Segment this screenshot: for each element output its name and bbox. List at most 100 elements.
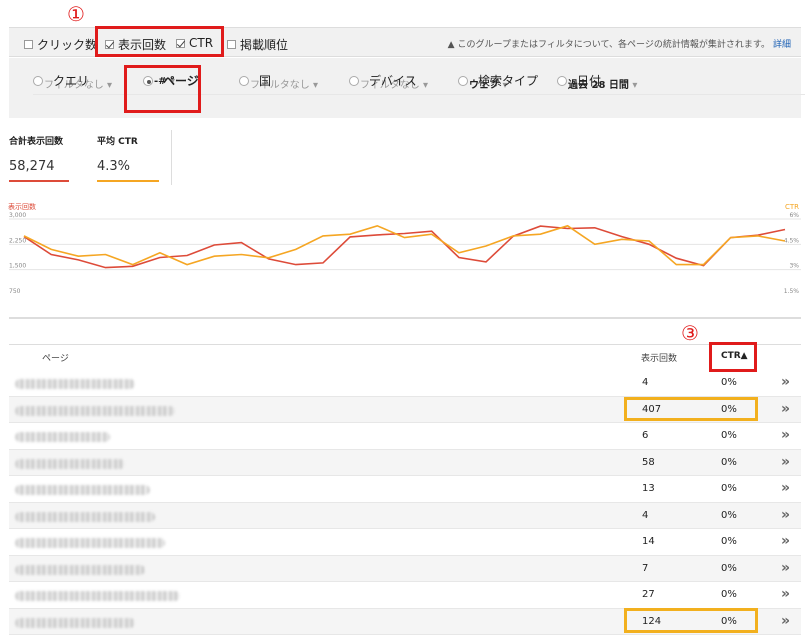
impressions-underline: [9, 180, 69, 182]
summary-impressions: 合計表示回数 58,274: [9, 134, 69, 182]
page-url-redacted[interactable]: [15, 458, 125, 469]
metric-clicks-label: クリック数: [37, 38, 98, 52]
row-details-arrow-icon[interactable]: »: [781, 586, 790, 602]
table-row[interactable]: 4 0% »: [9, 370, 801, 397]
row-details-arrow-icon[interactable]: »: [781, 427, 790, 443]
row-ctr: 0%: [721, 589, 737, 600]
device-radio[interactable]: [349, 75, 359, 86]
chart-right-tick: 3%: [789, 263, 799, 270]
row-impressions: 58: [642, 456, 655, 468]
annotation-3: ③: [681, 321, 699, 345]
summary-ctr-value: 4.3%: [97, 159, 131, 174]
table-row[interactable]: 58 0% »: [9, 449, 801, 476]
row-impressions: 27: [642, 589, 655, 600]
page-url-redacted[interactable]: [15, 538, 165, 548]
chart-left-tick: 2,250: [9, 237, 26, 244]
page-url-redacted[interactable]: [15, 405, 175, 416]
dim-search-type-label: 検索タイプ: [478, 74, 539, 89]
row-impressions: 6: [642, 430, 649, 441]
position-checkbox[interactable]: [227, 40, 236, 49]
dim-query[interactable]: クエリ フィルタなし ▾: [24, 68, 805, 95]
chart-left-tick: 3,000: [9, 212, 26, 219]
page-url-redacted[interactable]: [15, 379, 135, 389]
highlight-box-metrics: [95, 26, 224, 57]
chart-left-axis-label: 表示回数: [8, 202, 36, 211]
page-url-redacted[interactable]: [15, 511, 155, 522]
row-ctr: 0%: [721, 536, 737, 547]
row-ctr: 0%: [721, 509, 737, 521]
chart-bottom-border: [9, 317, 801, 319]
summary-impressions-value: 58,274: [9, 159, 55, 174]
row-impressions: 7: [642, 562, 649, 574]
summary-ctr-label: 平均 CTR: [97, 137, 138, 147]
table-row[interactable]: 4 0% »: [9, 502, 801, 529]
date-radio[interactable]: [557, 75, 567, 86]
row-details-arrow-icon[interactable]: »: [781, 454, 790, 470]
table-row[interactable]: 27 0% »: [9, 582, 801, 609]
summary-ctr: 平均 CTR 4.3%: [97, 134, 159, 182]
chart-right-tick: 6%: [789, 212, 799, 219]
table-row[interactable]: 7 0% »: [9, 555, 801, 582]
query-radio[interactable]: [33, 75, 43, 86]
row-ctr: 0%: [721, 456, 737, 468]
warning-icon: ▲: [447, 40, 455, 50]
column-header-page[interactable]: ページ: [42, 351, 69, 364]
table-row[interactable]: 14 0% »: [9, 529, 801, 556]
details-link[interactable]: 詳細: [773, 40, 791, 50]
row-details-arrow-icon[interactable]: »: [781, 613, 790, 629]
annotation-1: ①: [67, 2, 85, 26]
column-header-impressions[interactable]: 表示回数: [641, 351, 677, 364]
dim-search-type[interactable]: 検索タイプ ウェブ ▾: [449, 68, 805, 95]
highlight-box-page: [124, 65, 201, 113]
row-ctr: 0%: [721, 430, 737, 441]
page-url-redacted[interactable]: [15, 617, 135, 628]
row-details-arrow-icon[interactable]: »: [781, 560, 790, 576]
row-ctr: 0%: [721, 562, 737, 574]
dim-country[interactable]: 国 フィルタなし ▾: [230, 68, 805, 95]
dim-device-label: デバイス: [369, 74, 417, 89]
performance-chart: 表示回数 CTR 3,000 6% 2,250 4.5% 1,500 3% 750 1.5%: [8, 202, 801, 295]
page-url-redacted[interactable]: [15, 432, 110, 442]
info-text: このグループまたはフィルタについて、各ページの統計情報が集計されます。: [457, 40, 770, 50]
table-row[interactable]: 13 0% »: [9, 476, 801, 503]
page-url-redacted[interactable]: [15, 591, 180, 601]
dim-country-label: 国: [259, 74, 272, 89]
highlight-box-row-407: [624, 397, 758, 421]
page-url-redacted[interactable]: [15, 485, 150, 495]
dim-query-label: クエリ: [53, 74, 90, 89]
row-ctr: 0%: [721, 377, 737, 388]
dim-date-label: 日付: [577, 74, 602, 89]
highlight-box-ctr-header: [709, 342, 757, 372]
table-top-border: [9, 344, 801, 345]
highlight-box-row-124: [624, 608, 758, 633]
row-details-arrow-icon[interactable]: »: [781, 401, 790, 417]
chart-left-tick: 1,500: [9, 263, 26, 270]
search-type-radio[interactable]: [458, 75, 468, 86]
chart-right-tick: 1.5%: [784, 288, 800, 295]
dim-device[interactable]: デバイス フィルタなし ▾: [340, 68, 805, 95]
country-radio[interactable]: [239, 75, 249, 86]
chart-right-tick: 4.5%: [784, 237, 800, 244]
chart-left-tick: 750: [9, 288, 21, 295]
metric-clicks[interactable]: クリック数: [24, 36, 97, 53]
summary-divider: [171, 130, 172, 185]
metric-position-label: 掲載順位: [240, 38, 289, 52]
row-details-arrow-icon[interactable]: »: [781, 533, 790, 549]
metric-position[interactable]: 掲載順位: [227, 36, 288, 53]
chart-right-axis-label: CTR: [785, 203, 799, 211]
row-details-arrow-icon[interactable]: »: [781, 480, 790, 496]
row-details-arrow-icon[interactable]: »: [781, 374, 790, 390]
ctr-series-line: [23, 224, 786, 266]
clicks-checkbox[interactable]: [24, 40, 33, 49]
info-message: ▲ このグループまたはフィルタについて、各ページの統計情報が集計されます。 詳細: [448, 37, 791, 50]
row-impressions: 4: [642, 377, 649, 388]
row-impressions: 13: [642, 483, 655, 494]
row-impressions: 4: [642, 509, 649, 521]
page-url-redacted[interactable]: [15, 564, 145, 575]
row-ctr: 0%: [721, 483, 737, 494]
dim-date[interactable]: 日付 過去 28 日間 ▾: [548, 68, 805, 95]
ctr-underline: [97, 180, 159, 182]
table-row[interactable]: 6 0% »: [9, 423, 801, 450]
row-impressions: 14: [642, 536, 655, 547]
row-details-arrow-icon[interactable]: »: [781, 507, 790, 523]
